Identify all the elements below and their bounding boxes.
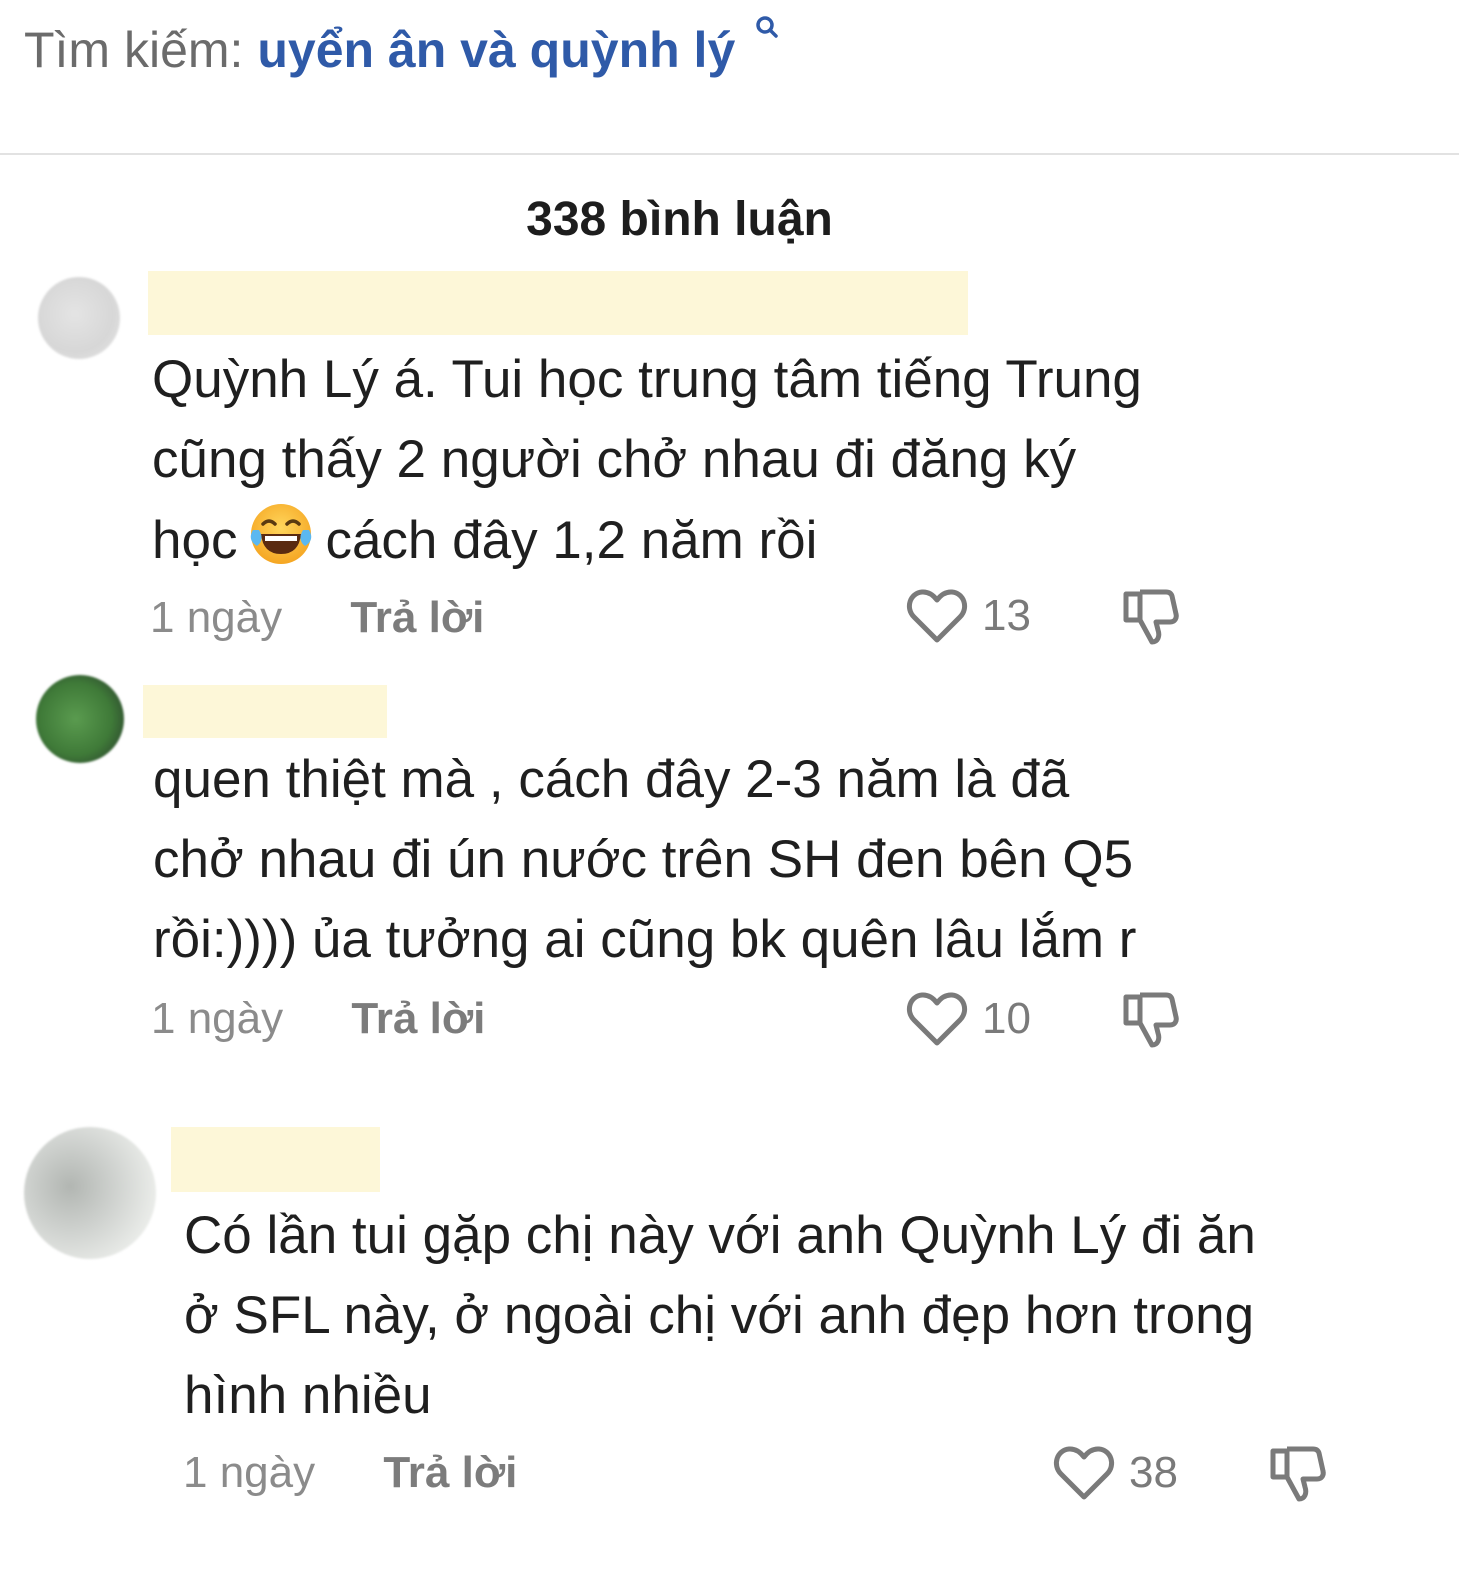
like-count: 13 [982, 591, 1031, 640]
comment-time: 1 ngày [151, 994, 284, 1043]
like-button[interactable]: 10 [906, 987, 1031, 1051]
search-label: Tìm kiếm: [24, 22, 244, 78]
like-button[interactable]: 13 [906, 584, 1031, 648]
reply-button[interactable]: Trả lời [350, 593, 484, 642]
search-icon[interactable] [755, 0, 779, 38]
avatar[interactable] [24, 1127, 156, 1259]
comment-time: 1 ngày [183, 1448, 316, 1497]
comment-meta: 1 ngày Trả lời [183, 1445, 517, 1501]
like-count: 38 [1129, 1448, 1178, 1497]
comment-time: 1 ngày [150, 593, 283, 642]
heart-icon [906, 589, 968, 643]
reply-button[interactable]: Trả lời [383, 1448, 517, 1497]
heart-icon [1053, 1446, 1115, 1500]
comment-count-title: 338 bình luận [526, 193, 833, 246]
reply-button[interactable]: Trả lời [351, 994, 485, 1043]
laughing-crying-emoji-icon [247, 500, 315, 568]
comment-text: Có lần tui gặp chị này với anh Quỳnh Lý … [184, 1206, 1256, 1425]
redacted-username [148, 271, 968, 335]
redacted-username [143, 685, 387, 738]
header-divider [0, 153, 1459, 155]
search-bar[interactable]: Tìm kiếm: uyển ân và quỳnh lý [24, 16, 779, 82]
comment-text: Quỳnh Lý á. Tui học trung tâm tiếng Trun… [152, 340, 1352, 581]
comment-text-part: cách đây 1,2 năm rồi [325, 511, 818, 570]
search-query[interactable]: uyển ân và quỳnh lý [257, 22, 735, 78]
like-count: 10 [982, 994, 1031, 1043]
thumbs-down-icon[interactable] [1265, 1441, 1329, 1505]
redacted-username [171, 1127, 380, 1192]
avatar[interactable] [38, 277, 120, 359]
like-button[interactable]: 38 [1053, 1441, 1178, 1505]
comment-text: quen thiệt mà , cách đây 2-3 năm là đã c… [153, 750, 1137, 969]
heart-icon [906, 992, 968, 1046]
comment-meta: 1 ngày Trả lời [151, 991, 485, 1047]
comment-meta: 1 ngày Trả lời [150, 590, 484, 646]
thumbs-down-icon[interactable] [1118, 987, 1182, 1051]
thumbs-down-icon[interactable] [1118, 584, 1182, 648]
avatar[interactable] [36, 675, 124, 763]
